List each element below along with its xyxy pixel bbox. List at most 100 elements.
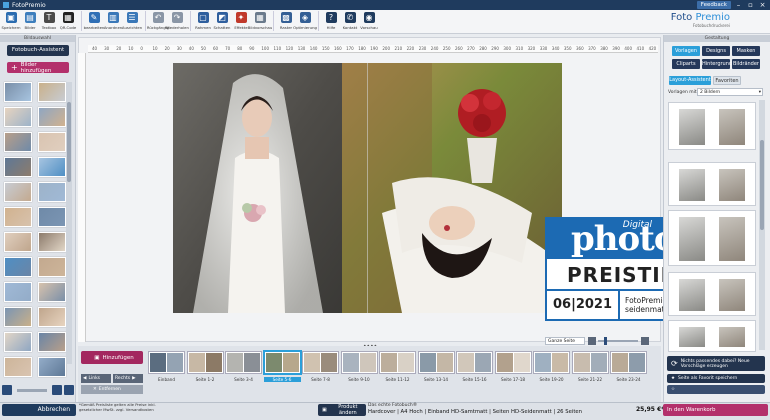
image-thumbnail[interactable] bbox=[38, 282, 66, 302]
image-thumbnail[interactable] bbox=[4, 182, 32, 202]
toolbar-schatten-button[interactable]: ◩ Schatten bbox=[213, 10, 231, 32]
image-thumbnail[interactable] bbox=[38, 332, 66, 352]
preview-icon: ▦ bbox=[254, 12, 266, 23]
layout-template[interactable] bbox=[668, 210, 756, 266]
page-thumbnail[interactable] bbox=[571, 351, 609, 374]
page-thumbnail[interactable] bbox=[186, 351, 224, 374]
cancel-button[interactable]: Abbrechen bbox=[2, 404, 76, 416]
change-product-button[interactable]: ▣ Produkt ändern bbox=[318, 404, 366, 416]
new-suggestions-button[interactable]: ⟳ Nichts passendes dabei? Neue Vorschläg… bbox=[667, 356, 765, 371]
move-right-button[interactable]: Rechts ▶ bbox=[113, 374, 143, 383]
image-thumbnail[interactable] bbox=[4, 257, 32, 277]
page-thumbnail[interactable] bbox=[610, 351, 647, 374]
photo-bride-veil[interactable] bbox=[173, 63, 342, 313]
page-thumbnail[interactable] bbox=[494, 351, 532, 374]
page-thumbnail[interactable] bbox=[262, 350, 302, 375]
image-thumbnail[interactable] bbox=[4, 307, 32, 327]
image-thumbnail[interactable] bbox=[38, 82, 66, 102]
page-thumbnail[interactable] bbox=[417, 351, 455, 374]
layout-template[interactable] bbox=[668, 102, 756, 150]
save-favorite-button[interactable]: ★ Seite als Favorit speichern bbox=[667, 374, 765, 383]
page-thumbnail[interactable] bbox=[302, 351, 339, 374]
image-thumbnail[interactable] bbox=[4, 332, 32, 352]
scroll-thumb[interactable] bbox=[67, 102, 71, 182]
fotobuch-assistent-button[interactable]: Fotobuch-Assistent bbox=[7, 45, 69, 56]
subtab-favoriten[interactable]: Favoriten bbox=[713, 76, 741, 85]
toolbar-vorschau-button[interactable]: ◉ Vorschau bbox=[360, 10, 378, 32]
right-panel-header: Gestaltung bbox=[664, 35, 770, 42]
tab-vorlagen[interactable]: Vorlagen bbox=[672, 46, 700, 56]
close-icon[interactable]: × bbox=[758, 1, 767, 9]
zoom-slider-handle[interactable] bbox=[604, 337, 607, 345]
zoom-in-icon[interactable] bbox=[64, 385, 74, 395]
right-scrollbar[interactable] bbox=[759, 100, 765, 350]
upload-icon[interactable] bbox=[2, 385, 12, 395]
toolbar-textbox-button[interactable]: T Textbox bbox=[40, 10, 58, 32]
toolbar-optimierung-button[interactable]: ◈ Optimierung bbox=[293, 10, 317, 32]
add-images-button[interactable]: + Bilder hinzufügen bbox=[7, 62, 69, 74]
image-thumbnail[interactable] bbox=[4, 282, 32, 302]
toolbar-bearbeiten-button[interactable]: ✎ bearbeiten bbox=[84, 10, 104, 32]
toolbar-bildvorschau-button[interactable]: ▦ Bildvorschau bbox=[248, 10, 272, 32]
toolbar-qr-code-button[interactable]: ▦ QR-Code bbox=[59, 10, 77, 32]
image-thumbnail[interactable] bbox=[4, 82, 32, 102]
remove-page-button[interactable]: ✕ Entfernen bbox=[81, 385, 143, 394]
zoom-fit-icon[interactable] bbox=[588, 337, 596, 345]
template-count-select[interactable]: 2 Bildern ▾ bbox=[697, 88, 763, 96]
add-page-button[interactable]: ▣ Hinzufügen bbox=[81, 351, 143, 364]
page-thumbnail[interactable] bbox=[379, 351, 416, 374]
zoom-reset-icon[interactable] bbox=[641, 337, 649, 345]
toolbar-anordnen-button[interactable]: ▥ Anordnen bbox=[104, 10, 122, 32]
image-thumbnail[interactable] bbox=[4, 132, 32, 152]
add-to-cart-button[interactable]: In den Warenkorb bbox=[663, 404, 768, 416]
tab-cliparts[interactable]: Cliparts bbox=[672, 59, 700, 69]
ruler-tick-label: 380 bbox=[600, 46, 608, 51]
image-thumbnail[interactable] bbox=[38, 132, 66, 152]
toolbar-speichern-button[interactable]: ▣ Speichern bbox=[2, 10, 20, 32]
image-thumbnail[interactable] bbox=[4, 107, 32, 127]
size-slider[interactable] bbox=[17, 388, 47, 392]
tab-designs[interactable]: Designs bbox=[702, 46, 730, 56]
zoom-out-icon[interactable] bbox=[52, 385, 62, 395]
page-thumbnail[interactable] bbox=[456, 351, 493, 374]
toolbar-rahmen-button[interactable]: ▢ Rahmen bbox=[194, 10, 212, 32]
image-thumbnail[interactable] bbox=[4, 207, 32, 227]
page-thumbnail[interactable] bbox=[340, 351, 378, 374]
scroll-thumb[interactable] bbox=[760, 140, 764, 230]
image-thumbnail[interactable] bbox=[4, 232, 32, 252]
subtab-layout-assistent[interactable]: Layout-Assistent bbox=[669, 76, 711, 85]
left-scrollbar[interactable] bbox=[66, 82, 72, 364]
tab-masken[interactable]: Masken bbox=[732, 46, 760, 56]
image-thumbnail[interactable] bbox=[38, 307, 66, 327]
tab-hintergrund[interactable]: Hintergrund bbox=[702, 59, 732, 69]
minimize-icon[interactable]: – bbox=[734, 1, 743, 9]
page-thumbnail[interactable] bbox=[148, 351, 185, 374]
image-thumbnail[interactable] bbox=[4, 357, 32, 377]
favorite-remove-button[interactable]: ☆ bbox=[667, 385, 765, 394]
maximize-icon[interactable]: ▫ bbox=[746, 1, 755, 9]
photo-bride-roses[interactable] bbox=[342, 63, 562, 313]
image-thumbnail[interactable] bbox=[38, 257, 66, 277]
image-thumbnail[interactable] bbox=[38, 182, 66, 202]
layout-template[interactable] bbox=[668, 162, 756, 206]
toolbar-kontakt-button[interactable]: ✆ Kontakt bbox=[341, 10, 359, 32]
layout-template[interactable] bbox=[668, 272, 756, 316]
layout-template[interactable] bbox=[668, 320, 756, 352]
move-left-button[interactable]: ◀ Links bbox=[81, 374, 111, 383]
image-thumbnail[interactable] bbox=[38, 232, 66, 252]
toolbar-wiederholen-button[interactable]: ↷ Wiederholen bbox=[165, 10, 189, 32]
image-thumbnail[interactable] bbox=[4, 157, 32, 177]
image-thumbnail[interactable] bbox=[38, 107, 66, 127]
tab-bildränder[interactable]: Bildränder bbox=[732, 59, 760, 69]
toolbar-bilder-button[interactable]: ▤ Bilder bbox=[21, 10, 39, 32]
page-thumbnail[interactable] bbox=[533, 351, 570, 374]
toolbar-ausrichten-button[interactable]: ☰ Ausrichten bbox=[122, 10, 142, 32]
image-thumbnail[interactable] bbox=[38, 157, 66, 177]
toolbar-hilfe-button[interactable]: ? Hilfe bbox=[322, 10, 340, 32]
image-thumbnail[interactable] bbox=[38, 357, 66, 377]
page-thumbnail[interactable] bbox=[225, 351, 262, 374]
view-mode-select[interactable]: Ganze Seite bbox=[545, 337, 585, 345]
feedback-button[interactable]: Feedback bbox=[696, 1, 731, 9]
image-thumbnail[interactable] bbox=[38, 207, 66, 227]
ruler-tick-label: 220 bbox=[406, 46, 415, 51]
